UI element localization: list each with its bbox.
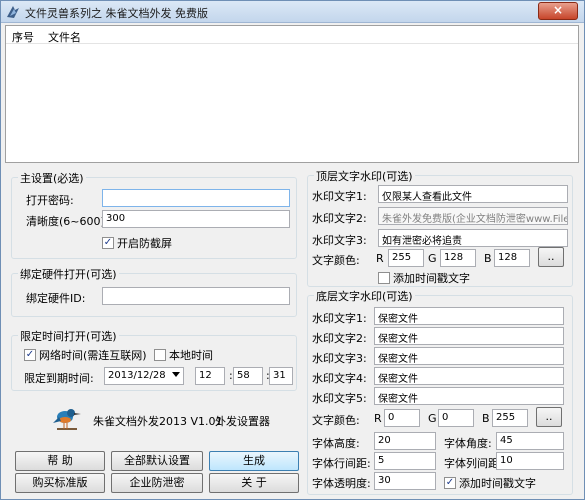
app-window: 文件灵兽系列之 朱雀文档外发 免费版 × 序号 文件名 主设置(必选) 打开密码… [0,0,585,500]
timed-open-group: 限定时间打开(可选) ✓ 网络时间(需连互联网) 本地时间 限定到期时间: 20… [11,328,297,391]
bottom-text1-input[interactable]: 保密文件 [374,307,564,325]
group-title: 限定时间打开(可选) [18,328,119,344]
hardware-binding-group: 绑定硬件打开(可选) 绑定硬件ID: [11,266,297,317]
bottom-text5-input[interactable]: 保密文件 [374,387,564,405]
col-spacing-label: 字体列间距: [444,457,503,470]
top-color-picker-button[interactable]: .. [538,247,564,267]
anti-screenshot-checkbox[interactable]: ✓ 开启防截屏 [102,235,172,251]
chevron-down-icon[interactable] [172,372,180,377]
g-label: G [428,412,437,425]
bottom-text5-label: 水印文字5: [312,392,367,405]
bottom-text2-input[interactable]: 保密文件 [374,327,564,345]
top-r-input[interactable]: 255 [388,249,424,267]
enterprise-button[interactable]: 企业防泄密 [111,473,203,493]
buy-standard-button[interactable]: 购买标准版 [15,473,105,493]
group-title: 主设置(必选) [18,170,86,186]
minute-input[interactable]: 58 [233,367,263,385]
file-list[interactable]: 序号 文件名 [5,25,579,163]
bottom-timestamp-checkbox[interactable]: ✓ 添加时间戳文字 [444,475,536,491]
reset-defaults-button[interactable]: 全部默认设置 [111,451,203,471]
bottom-g-input[interactable]: 0 [438,409,474,427]
top-text1-label: 水印文字1: [312,190,367,203]
col-spacing-input[interactable]: 10 [496,452,564,470]
font-angle-input[interactable]: 45 [496,432,564,450]
g-label: G [428,252,437,265]
r-label: R [376,252,384,265]
local-time-radio[interactable]: 本地时间 [154,347,213,363]
group-title: 绑定硬件打开(可选) [18,266,119,282]
expire-date-picker[interactable]: 2013/12/28 [104,367,184,385]
clarity-label: 清晰度(6~600): [26,215,109,228]
group-title: 顶层文字水印(可选) [314,168,415,184]
about-button[interactable]: 关 于 [209,473,299,493]
column-header-filename[interactable]: 文件名 [48,29,81,45]
bottom-text2-label: 水印文字2: [312,332,367,345]
checkbox-label: 添加时间戳文字 [459,477,536,490]
line-spacing-input[interactable]: 5 [374,452,436,470]
opacity-label: 字体透明度: [312,477,371,490]
bottom-watermark-group: 底层文字水印(可选) 水印文字1: 保密文件 水印文字2: 保密文件 水印文字3… [307,288,573,495]
hour-input[interactable]: 12 [195,367,225,385]
bottom-color-label: 文字颜色: [312,414,360,427]
top-b-input[interactable]: 128 [494,249,530,267]
bottom-r-input[interactable]: 0 [384,409,420,427]
version-text: 朱雀文档外发2013 V1.01 [93,415,223,428]
bottom-b-input[interactable]: 255 [492,409,528,427]
date-value: 2013/12/28 [108,370,166,381]
checkbox-label: 开启防截屏 [117,237,172,250]
checkbox-label: 添加时间戳文字 [393,272,470,285]
list-header: 序号 文件名 [6,26,578,44]
top-text2-label: 水印文字2: [312,212,367,225]
generate-button[interactable]: 生成 [209,451,299,471]
top-text2-input[interactable]: 朱雀外发免费版(企业文档防泄密www.FileS [378,207,568,225]
bottom-text4-label: 水印文字4: [312,372,367,385]
hardware-id-input[interactable] [102,287,290,305]
check-icon: ✓ [102,237,114,249]
clarity-input[interactable]: 300 [102,210,290,228]
help-button[interactable]: 帮 助 [15,451,105,471]
settings-text: 外发设置器 [215,415,270,428]
radio-label: 本地时间 [169,349,213,362]
check-icon: ✓ [444,477,456,489]
close-icon: × [552,3,564,17]
bottom-text4-input[interactable]: 保密文件 [374,367,564,385]
column-header-index[interactable]: 序号 [12,29,34,45]
r-label: R [374,412,382,425]
password-input[interactable] [102,189,290,207]
app-icon [7,6,19,18]
top-color-label: 文字颜色: [312,254,360,267]
top-g-input[interactable]: 128 [440,249,476,267]
radio-label: 网络时间(需连互联网) [39,349,147,362]
group-title: 底层文字水印(可选) [314,288,415,304]
password-label: 打开密码: [26,194,74,207]
font-height-input[interactable]: 20 [374,432,436,450]
opacity-input[interactable]: 30 [374,472,436,490]
top-text3-label: 水印文字3: [312,234,367,247]
network-time-radio[interactable]: ✓ 网络时间(需连互联网) [24,347,147,363]
font-angle-label: 字体角度: [444,437,492,450]
bottom-color-picker-button[interactable]: .. [536,407,562,427]
kingfisher-logo [53,409,81,430]
top-text3-input[interactable]: 如有泄密必将追责 [378,229,568,247]
check-icon: ✓ [24,349,36,361]
bottom-text1-label: 水印文字1: [312,312,367,325]
close-button[interactable]: × [538,2,578,20]
top-timestamp-checkbox[interactable]: 添加时间戳文字 [378,270,470,286]
second-input[interactable]: 31 [269,367,293,385]
bottom-text3-input[interactable]: 保密文件 [374,347,564,365]
b-label: B [482,412,490,425]
top-text1-input[interactable]: 仅限某人查看此文件 [378,185,568,203]
line-spacing-label: 字体行间距: [312,457,371,470]
expire-label: 限定到期时间: [24,372,94,385]
b-label: B [484,252,492,265]
title-bar[interactable]: 文件灵兽系列之 朱雀文档外发 免费版 × [1,1,584,23]
hardware-id-label: 绑定硬件ID: [26,292,86,305]
top-watermark-group: 顶层文字水印(可选) 水印文字1: 仅限某人查看此文件 水印文字2: 朱雀外发免… [307,168,573,287]
window-title: 文件灵兽系列之 朱雀文档外发 免费版 [25,7,208,20]
font-height-label: 字体高度: [312,437,360,450]
bottom-text3-label: 水印文字3: [312,352,367,365]
main-settings-group: 主设置(必选) 打开密码: 清晰度(6~600): 300 ✓ 开启防截屏 [11,170,297,259]
